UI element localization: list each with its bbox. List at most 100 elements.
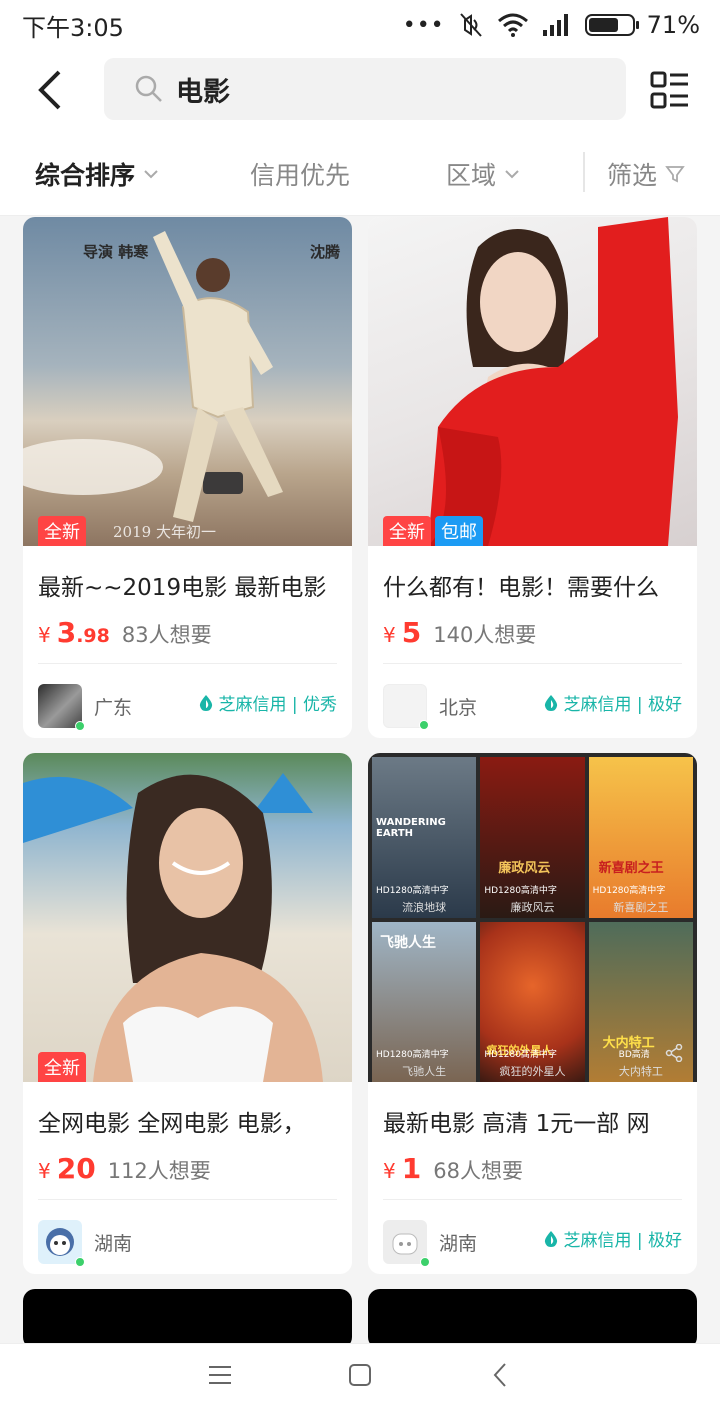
filter-bar: 综合排序 信用优先 区域 筛选 (0, 130, 720, 216)
filter-sort-label: 综合排序 (35, 161, 136, 190)
back-nav-button[interactable] (470, 1355, 530, 1395)
filter-region-label: 区域 (446, 161, 497, 190)
menu-icon (209, 1365, 231, 1384)
poster-label: BD高清 (618, 1050, 650, 1060)
price-decimal: .98 (76, 625, 110, 647)
new-badge: 全新 (383, 516, 431, 546)
back-arrow-icon (493, 1362, 506, 1387)
beach-figure (23, 773, 323, 1082)
sesame-credit-icon (545, 1230, 558, 1247)
poster-label: HD1280高清中字 (376, 885, 449, 896)
product-card[interactable]: 导演 韩寒 沈腾 2019 大年初一 全新 最新~~2019电影 最新电影 ¥ … (23, 217, 352, 738)
price: 20 (56, 1152, 96, 1185)
seller-region: 广东 (94, 696, 133, 719)
seller-info[interactable]: 北京 芝麻信用 | 极好 (368, 664, 697, 734)
price-row: ¥ 1 68人想要 (368, 1138, 697, 1185)
new-badge: 全新 (38, 516, 86, 546)
robot-avatar-icon (392, 1233, 418, 1255)
filter-sort[interactable]: 综合排序 (35, 156, 159, 192)
poster-caption: 廉政风云 (510, 900, 555, 914)
yen-symbol: ¥ (383, 623, 396, 647)
back-button[interactable] (0, 50, 100, 130)
share-icon[interactable] (665, 1044, 683, 1062)
filter-divider (583, 152, 585, 192)
product-card[interactable] (23, 1289, 352, 1349)
product-image[interactable]: 全新 包邮 (368, 217, 697, 546)
poster-title: WANDERING EARTH (376, 817, 446, 839)
poster-tile: 廉政风云 HD1280高清中字 廉政风云 (480, 757, 585, 918)
product-title: 全网电影 全网电影 电影， (38, 1111, 306, 1137)
product-title: 什么都有！电影！需要什么 (383, 575, 659, 601)
search-bar[interactable]: 电影 (104, 58, 626, 120)
want-count: 83人想要 (121, 623, 212, 647)
seller-region: 北京 (439, 696, 478, 719)
status-icons: ••• 71% (403, 11, 700, 39)
yen-symbol: ¥ (38, 1159, 51, 1183)
product-image[interactable]: 全新 (23, 753, 352, 1082)
search-input[interactable]: 电影 (176, 70, 230, 109)
poster-figure (23, 231, 283, 522)
credit-text: 芝麻信用 | 极好 (563, 695, 682, 715)
status-bar: 下午3:05 ••• 71% (0, 0, 720, 50)
more-dots-icon: ••• (402, 12, 445, 38)
chevron-left-icon (38, 70, 61, 110)
filter-credit[interactable]: 信用优先 (250, 156, 350, 192)
product-card[interactable]: 全新 全网电影 全网电影 电影， ¥ 20 112人想要 湖南 (23, 753, 352, 1274)
badge-list: 全新 (38, 516, 86, 546)
product-card[interactable]: 全新 包邮 什么都有！电影！需要什么 ¥ 5 140人想要 北京 芝麻信用 | … (368, 217, 697, 738)
credit-rating: 芝麻信用 | 优秀 (198, 690, 337, 715)
system-nav-bar (0, 1343, 720, 1405)
sesame-credit-icon (200, 694, 213, 711)
poster-label: HD1280高清中字 (484, 1050, 557, 1060)
want-count: 68人想要 (433, 1159, 523, 1183)
yen-symbol: ¥ (383, 1159, 396, 1183)
poster-caption: 飞驰人生 (402, 1065, 447, 1078)
battery-percent: 71% (646, 11, 700, 39)
product-image[interactable]: 导演 韩寒 沈腾 2019 大年初一 全新 (23, 217, 352, 546)
poster-label: HD1280高清中字 (592, 885, 666, 896)
poster-label: HD1280高清中字 (376, 1050, 449, 1060)
poster-caption: 流浪地球 (402, 900, 447, 914)
product-card[interactable]: WANDERING EARTH HD1280高清中字 流浪地球 廉政风云 HD1… (368, 753, 697, 1274)
poster-caption: 疯狂的外星人 (499, 1065, 566, 1078)
poster-label: HD1280高清中字 (484, 885, 557, 896)
credit-rating: 芝麻信用 | 极好 (543, 690, 682, 715)
filter-screen[interactable]: 筛选 (607, 156, 685, 192)
online-dot (419, 720, 429, 730)
want-count: 140人想要 (433, 623, 537, 647)
product-image[interactable]: WANDERING EARTH HD1280高清中字 流浪地球 廉政风云 HD1… (368, 753, 697, 1082)
signal-icon (542, 14, 568, 36)
search-header: 电影 (0, 50, 720, 130)
poster-tile: 飞驰人生 HD1280高清中字 飞驰人生 (372, 921, 477, 1082)
product-title: 最新~~2019电影 最新电影 (38, 575, 327, 601)
menu-button[interactable] (190, 1355, 250, 1395)
avatar[interactable] (383, 1220, 430, 1267)
avatar[interactable] (38, 684, 85, 731)
filter-credit-label: 信用优先 (250, 161, 351, 190)
sesame-credit-icon (545, 694, 558, 711)
home-button[interactable] (330, 1355, 390, 1395)
seller-info[interactable]: 湖南 (23, 1200, 352, 1270)
poster-title: 廉政风云 (498, 861, 551, 876)
layout-toggle-icon[interactable] (650, 70, 690, 110)
avatar[interactable] (383, 684, 429, 730)
mascot-icon (46, 1228, 74, 1256)
poster-caption: 新喜剧之王 (613, 900, 669, 914)
avatar[interactable] (38, 1220, 85, 1267)
poster-grid: WANDERING EARTH HD1280高清中字 流浪地球 廉政风云 HD1… (372, 753, 693, 1082)
battery-icon (584, 14, 639, 36)
chevron-down-icon (144, 170, 158, 179)
seller-info[interactable]: 湖南 芝麻信用 | 极好 (368, 1200, 697, 1270)
seller-info[interactable]: 广东 芝麻信用 | 优秀 (23, 664, 352, 734)
poster-date-text: 2019 大年初一 (113, 523, 216, 541)
filter-region[interactable]: 区域 (446, 156, 520, 192)
product-title: 最新电影 高清 1元一部 网 (383, 1111, 650, 1137)
product-card[interactable] (368, 1289, 697, 1349)
yen-symbol: ¥ (38, 623, 51, 647)
model-figure (428, 217, 678, 546)
price: 3 (56, 616, 77, 649)
price: 1 (401, 1152, 422, 1185)
online-dot (420, 1257, 430, 1267)
credit-text: 芝麻信用 | 优秀 (218, 695, 337, 715)
poster-tile: WANDERING EARTH HD1280高清中字 流浪地球 (372, 757, 477, 918)
